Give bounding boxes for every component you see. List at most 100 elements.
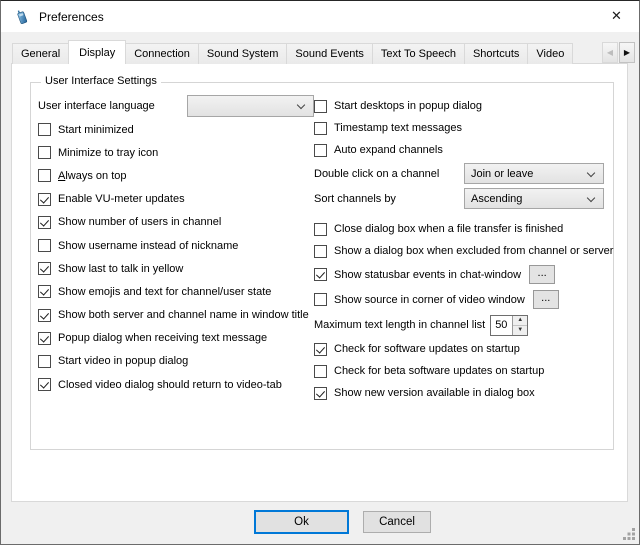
display-tab-page: User Interface Settings User interface l… xyxy=(11,63,628,502)
checkbox-new-version-dialog[interactable] xyxy=(314,387,327,400)
tab-scroll-right-icon[interactable]: ▶ xyxy=(619,42,635,63)
tab-shortcuts[interactable]: Shortcuts xyxy=(464,43,528,64)
checkbox-label: Start minimized xyxy=(58,124,134,136)
checkbox-label: Show statusbar events in chat-window xyxy=(334,269,521,281)
cancel-button[interactable]: Cancel xyxy=(363,511,431,533)
checkbox-label: Minimize to tray icon xyxy=(58,147,158,159)
checkbox-label: Show new version available in dialog box xyxy=(334,387,535,399)
spinner-up-icon[interactable]: ▲ xyxy=(513,316,527,325)
double-click-select[interactable]: Join or leave xyxy=(464,163,604,184)
title-bar[interactable]: Preferences ✕ xyxy=(1,1,639,32)
sort-channels-row: Sort channels by Ascending xyxy=(314,186,620,211)
row-video-return-tab: Closed video dialog should return to vid… xyxy=(38,373,314,396)
checkbox-desktops-popup[interactable] xyxy=(314,100,327,113)
row-desktops-popup: Start desktops in popup dialog xyxy=(314,95,620,117)
spinner-buttons: ▲ ▼ xyxy=(512,316,527,335)
checkbox-label: Start desktops in popup dialog xyxy=(334,100,482,112)
checkbox-label: Timestamp text messages xyxy=(334,122,462,134)
row-vu-meter: Enable VU-meter updates xyxy=(38,188,314,211)
checkbox-label: Check for software updates on startup xyxy=(334,343,520,355)
language-select[interactable] xyxy=(187,95,314,117)
checkbox-close-on-transfer[interactable] xyxy=(314,223,327,236)
tab-connection[interactable]: Connection xyxy=(125,43,199,64)
tab-display[interactable]: Display xyxy=(68,40,126,64)
double-click-label: Double click on a channel xyxy=(314,168,464,180)
row-excluded-dialog: Show a dialog box when excluded from cha… xyxy=(314,240,620,262)
spinner-value[interactable]: 50 xyxy=(491,316,512,335)
language-row: User interface language xyxy=(38,94,314,118)
row-check-updates: Check for software updates on startup xyxy=(314,338,620,360)
checkbox-label: Closed video dialog should return to vid… xyxy=(58,379,282,391)
row-popup-text-message: Popup dialog when receiving text message xyxy=(38,327,314,350)
checkbox-label: Show last to talk in yellow xyxy=(58,263,183,275)
video-source-ellipsis-button[interactable]: ... xyxy=(533,290,559,309)
tab-scroll-left-icon[interactable]: ◀ xyxy=(602,42,618,63)
checkbox-popup-text-message[interactable] xyxy=(38,332,51,345)
tab-general[interactable]: General xyxy=(12,43,69,64)
ok-button[interactable]: Ok xyxy=(254,510,349,534)
checkbox-timestamp-messages[interactable] xyxy=(314,122,327,135)
checkbox-label: Auto expand channels xyxy=(334,144,443,156)
close-icon[interactable]: ✕ xyxy=(594,1,639,31)
spinner-down-icon[interactable]: ▼ xyxy=(513,325,527,335)
chevron-down-icon xyxy=(587,194,595,202)
checkbox-show-username[interactable] xyxy=(38,239,51,252)
checkbox-statusbar-events[interactable] xyxy=(314,268,327,281)
checkbox-minimize-to-tray[interactable] xyxy=(38,146,51,159)
tab-sound-system[interactable]: Sound System xyxy=(198,43,288,64)
row-close-on-transfer: Close dialog box when a file transfer is… xyxy=(314,218,620,240)
checkbox-label: Close dialog box when a file transfer is… xyxy=(334,223,563,235)
checkbox-last-to-talk[interactable] xyxy=(38,262,51,275)
tab-bar: General Display Connection Sound System … xyxy=(12,40,626,64)
max-text-length-row: Maximum text length in channel list 50 ▲… xyxy=(314,312,620,338)
sort-channels-select[interactable]: Ascending xyxy=(464,188,604,209)
row-always-on-top: Always on top xyxy=(38,164,314,187)
language-label: User interface language xyxy=(38,100,155,112)
checkbox-label: Check for beta software updates on start… xyxy=(334,365,544,377)
row-statusbar-events: Show statusbar events in chat-window ... xyxy=(314,262,620,287)
row-last-to-talk: Show last to talk in yellow xyxy=(38,257,314,280)
checkbox-label: Show both server and channel name in win… xyxy=(58,309,309,321)
row-check-beta-updates: Check for beta software updates on start… xyxy=(314,360,620,382)
checkbox-show-emojis[interactable] xyxy=(38,285,51,298)
window-title: Preferences xyxy=(39,10,104,24)
checkbox-check-beta-updates[interactable] xyxy=(314,365,327,378)
checkbox-vu-meter[interactable] xyxy=(38,193,51,206)
preferences-dialog: Preferences ✕ General Display Connection… xyxy=(0,0,640,545)
checkbox-label: Enable VU-meter updates xyxy=(58,193,185,205)
tab-video[interactable]: Video xyxy=(527,43,573,64)
tab-sound-events[interactable]: Sound Events xyxy=(286,43,373,64)
checkbox-label: Show emojis and text for channel/user st… xyxy=(58,286,271,298)
row-window-title: Show both server and channel name in win… xyxy=(38,304,314,327)
sort-channels-value: Ascending xyxy=(471,193,522,205)
tab-label: Sound Events xyxy=(295,48,364,60)
tab-label: Text To Speech xyxy=(381,48,456,60)
max-text-length-spinner[interactable]: 50 ▲ ▼ xyxy=(490,315,528,336)
right-column: Start desktops in popup dialog Timestamp… xyxy=(314,95,620,404)
checkbox-video-source-corner[interactable] xyxy=(314,293,327,306)
left-column: User interface language Start minimized … xyxy=(38,94,314,396)
checkbox-video-popup[interactable] xyxy=(38,355,51,368)
checkbox-label: Popup dialog when receiving text message xyxy=(58,332,267,344)
row-new-version-dialog: Show new version available in dialog box xyxy=(314,382,620,404)
resize-grip[interactable] xyxy=(622,527,636,541)
checkbox-label: Always on top xyxy=(58,170,127,182)
tab-label: Shortcuts xyxy=(473,48,519,60)
chevron-down-icon xyxy=(297,101,305,109)
row-minimize-to-tray: Minimize to tray icon xyxy=(38,141,314,164)
checkbox-always-on-top[interactable] xyxy=(38,169,51,182)
checkbox-check-updates[interactable] xyxy=(314,343,327,356)
tab-scroll-buttons: ◀ ▶ xyxy=(602,42,635,63)
checkbox-start-minimized[interactable] xyxy=(38,123,51,136)
spacer xyxy=(314,211,620,218)
checkbox-auto-expand[interactable] xyxy=(314,144,327,157)
checkbox-excluded-dialog[interactable] xyxy=(314,245,327,258)
double-click-value: Join or leave xyxy=(471,168,533,180)
checkbox-window-title[interactable] xyxy=(38,309,51,322)
checkbox-label: Show number of users in channel xyxy=(58,216,221,228)
tab-text-to-speech[interactable]: Text To Speech xyxy=(372,43,465,64)
statusbar-events-ellipsis-button[interactable]: ... xyxy=(529,265,555,284)
checkbox-show-user-count[interactable] xyxy=(38,216,51,229)
checkbox-video-return-tab[interactable] xyxy=(38,378,51,391)
tab-label: Display xyxy=(79,47,115,59)
